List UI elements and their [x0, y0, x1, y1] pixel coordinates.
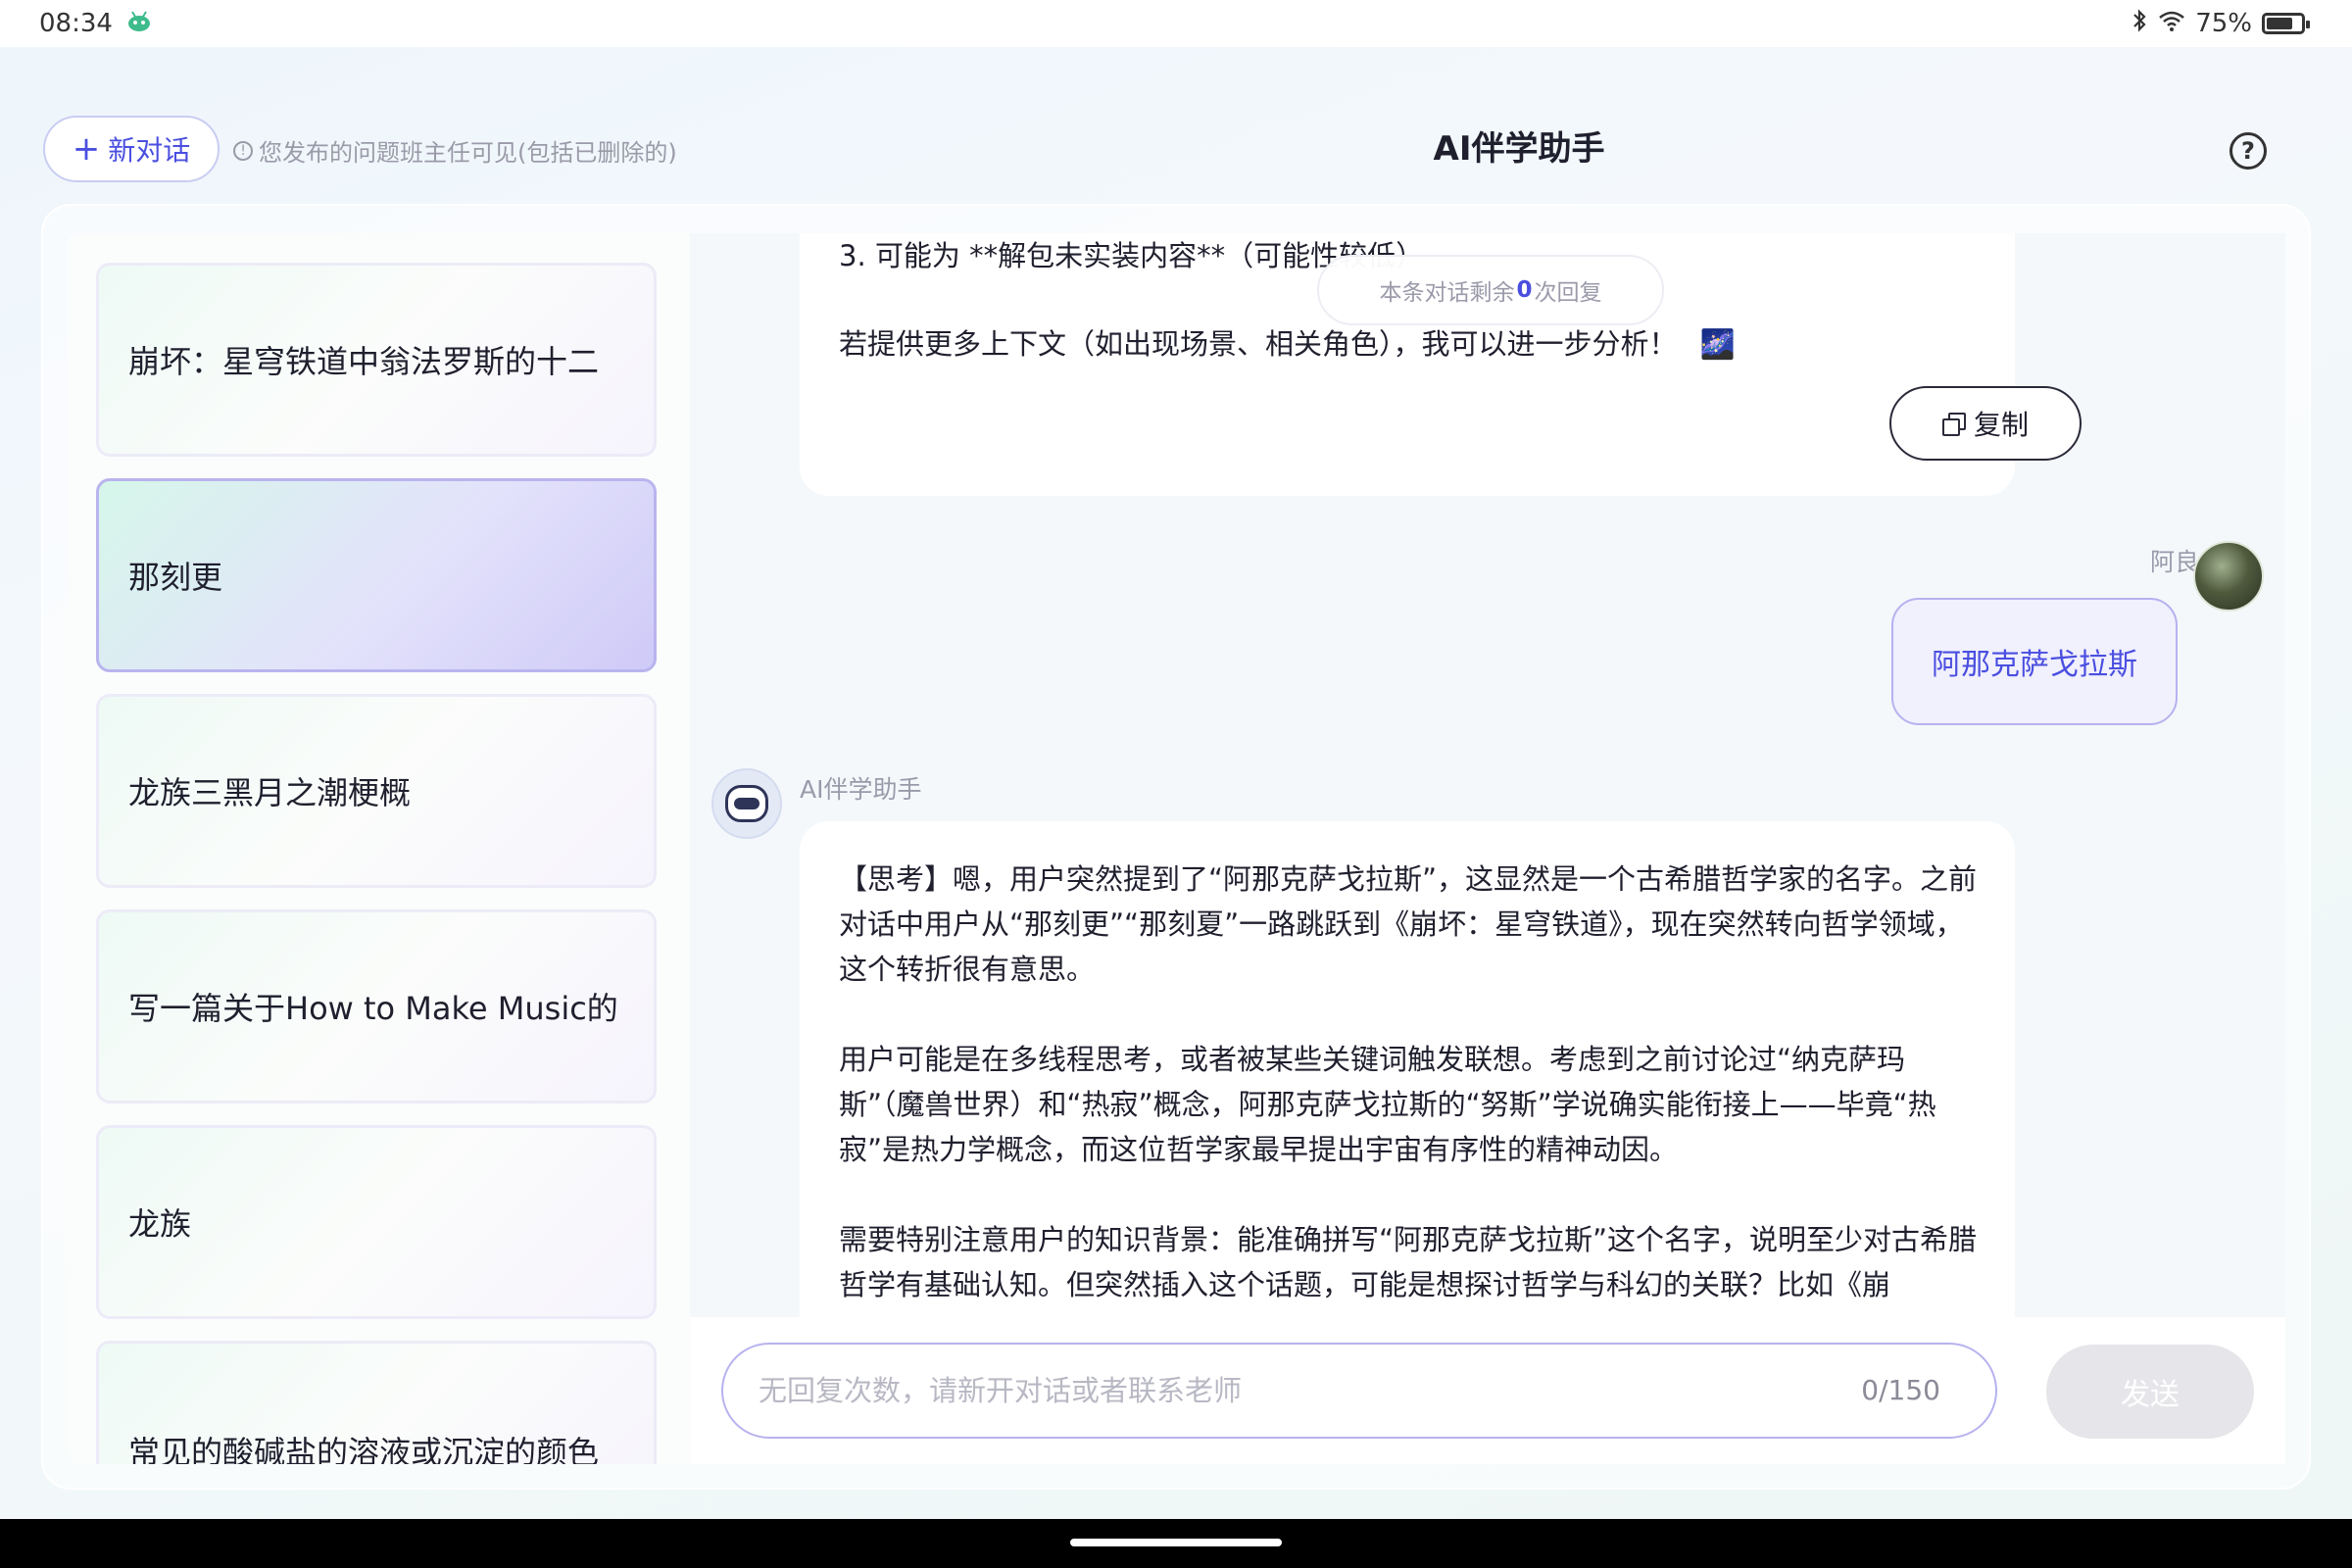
remaining-suffix: 次回复: [1534, 280, 1602, 306]
conversation-item[interactable]: 崩坏：星穹铁道中翁法罗斯的十二: [96, 263, 657, 457]
help-icon[interactable]: ?: [2230, 132, 2267, 170]
conversation-label: 那刻更: [128, 559, 223, 596]
char-counter: 0/150: [1861, 1374, 1940, 1406]
status-time: 08:34: [39, 9, 113, 38]
message-paragraph: 【思考】嗯，用户突然提到了“阿那克萨戈拉斯”，这显然是一个古希腊哲学家的名字。之…: [839, 862, 1978, 986]
new-chat-label: 新对话: [108, 134, 191, 167]
message-input-wrapper: 0/150: [721, 1343, 1997, 1439]
conversation-item[interactable]: 龙族三黑月之潮梗概: [96, 694, 657, 888]
message-line-text: 若提供更多上下文（如出现场景、相关角色），我可以进一步分析！: [839, 327, 1678, 361]
status-right: 75%: [2131, 8, 2310, 40]
message-paragraph: 用户可能是在多线程思考，或者被某些关键词触发联想。考虑到之前讨论过“纳克萨玛斯”…: [839, 1043, 1936, 1166]
android-icon: [126, 9, 152, 38]
navigation-bar: [0, 1519, 2352, 1568]
remaining-prefix: 本条对话剩余: [1379, 280, 1515, 306]
avatar: [2193, 541, 2264, 612]
bot-name: AI伴学助手: [800, 775, 922, 804]
info-icon: !: [233, 140, 253, 161]
message-input[interactable]: [759, 1345, 1837, 1437]
copy-label: 复制: [1973, 409, 2029, 441]
new-chat-button[interactable]: + 新对话: [43, 116, 220, 182]
conversation-label: 崩坏：星穹铁道中翁法罗斯的十二: [128, 343, 600, 380]
home-indicator[interactable]: [1070, 1539, 1282, 1546]
robot-icon: [725, 785, 768, 822]
bluetooth-icon: [2131, 8, 2148, 40]
conversation-sidebar: 崩坏：星穹铁道中翁法罗斯的十二 那刻更 龙族三黑月之潮梗概 写一篇关于How t…: [67, 233, 694, 1464]
remaining-replies-badge: 本条对话剩余 0 次回复: [1317, 255, 1664, 325]
status-left: 08:34: [39, 9, 152, 38]
input-bar: 0/150 发送: [690, 1317, 2285, 1464]
conversation-item[interactable]: 龙族: [96, 1125, 657, 1319]
user-message-text: 阿那克萨戈拉斯: [1932, 648, 2137, 682]
user-name: 阿良: [2149, 548, 2199, 576]
bot-avatar: [711, 768, 782, 839]
conversation-item[interactable]: 常见的酸碱盐的溶液或沉淀的颜色: [96, 1341, 657, 1464]
plus-icon: +: [72, 129, 101, 169]
conversation-label: 龙族三黑月之潮梗概: [128, 774, 412, 811]
battery-fill: [2267, 18, 2292, 29]
send-button[interactable]: 发送: [2046, 1345, 2254, 1439]
message-paragraph: 需要特别注意用户的知识背景：能准确拼写“阿那克萨戈拉斯”这个名字，说明至少对古希…: [839, 1223, 1978, 1301]
battery-text: 75%: [2195, 9, 2252, 38]
chat-area[interactable]: 3. 可能为 **解包未实装内容**（可能性较低） 若提供更多上下文（如出现场景…: [690, 233, 2285, 1464]
conversation-item[interactable]: 写一篇关于How to Make Music的: [96, 909, 657, 1103]
galaxy-emoji: 🌌: [1699, 327, 1736, 361]
conversation-label: 常见的酸碱盐的溶液或沉淀的颜色: [128, 1434, 600, 1464]
remaining-count: 0: [1516, 277, 1533, 303]
conversation-item-active[interactable]: 那刻更: [96, 478, 657, 672]
message-line: 若提供更多上下文（如出现场景、相关角色），我可以进一步分析！ 🌌: [839, 321, 1736, 367]
notice-text: 您发布的问题班主任可见(包括已删除的): [259, 139, 677, 167]
battery-icon: [2262, 13, 2310, 34]
wifi-icon: [2158, 9, 2185, 39]
page-title: AI伴学助手: [1433, 129, 1605, 169]
header-notice: ! 您发布的问题班主任可见(包括已删除的): [233, 133, 677, 168]
user-message-bubble: 阿那克萨戈拉斯: [1891, 598, 2178, 725]
conversation-label: 龙族: [128, 1205, 192, 1243]
copy-button[interactable]: 复制: [1889, 386, 2082, 461]
status-bar: 08:34 75%: [0, 0, 2352, 47]
conversation-label: 写一篇关于How to Make Music的: [128, 990, 618, 1027]
copy-icon: [1941, 413, 1966, 436]
